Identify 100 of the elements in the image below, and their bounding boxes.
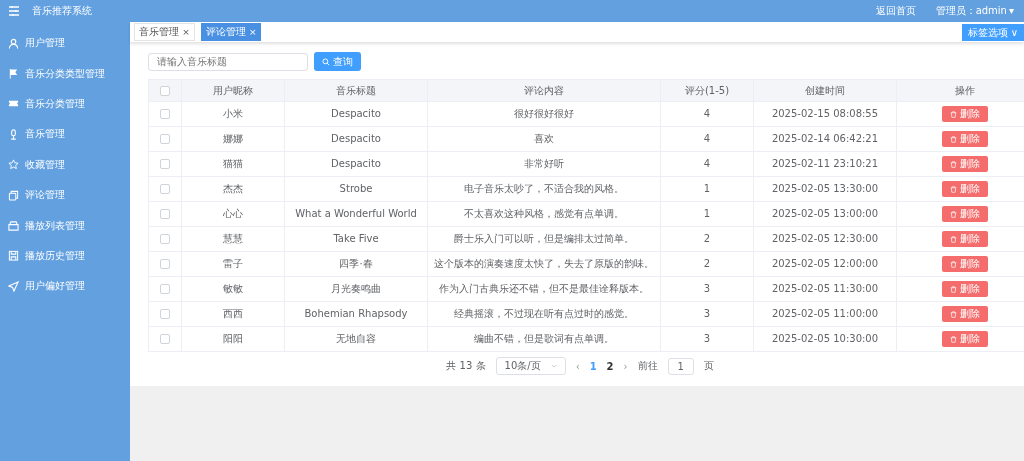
table-cell: 2025-02-05 11:00:00 (753, 301, 897, 327)
column-header: 音乐标题 (284, 79, 428, 102)
delete-button[interactable]: 删除 (942, 231, 988, 247)
row-checkbox[interactable] (160, 209, 170, 219)
select-all-checkbox[interactable] (160, 86, 170, 96)
table-cell: Despacito (284, 126, 428, 152)
table-cell: 西西 (181, 301, 285, 327)
table-cell: 猫猫 (181, 151, 285, 177)
trash-icon (950, 335, 957, 343)
trash-icon (950, 185, 957, 193)
sidebar-item-label: 播放历史管理 (25, 248, 85, 263)
table-cell: 爵士乐入门可以听，但是编排太过简单。 (427, 226, 661, 252)
table-cell: 2025-02-05 11:30:00 (753, 276, 897, 302)
delete-button[interactable]: 删除 (942, 131, 988, 147)
table-cell: 2025-02-15 08:08:55 (753, 101, 897, 127)
table-cell: 3 (660, 326, 754, 352)
tab[interactable]: 评论管理 × (200, 23, 262, 41)
sidebar-item-label: 音乐分类管理 (25, 96, 85, 111)
row-checkbox[interactable] (160, 134, 170, 144)
row-checkbox[interactable] (160, 109, 170, 119)
delete-button[interactable]: 删除 (942, 331, 988, 347)
row-checkbox[interactable] (160, 259, 170, 269)
table-cell: 心心 (181, 201, 285, 227)
page-number[interactable]: 1 (589, 360, 597, 372)
sidebar-item-label: 音乐分类类型管理 (25, 66, 105, 81)
table-cell: 雷子 (181, 251, 285, 277)
row-checkbox[interactable] (160, 309, 170, 319)
sidebar-item[interactable]: 评论管理 (0, 179, 130, 211)
save-icon (8, 250, 19, 262)
user-menu[interactable]: 管理员：admin ▾ (935, 4, 1014, 18)
table-cell: 1 (660, 201, 754, 227)
table-cell: 娜娜 (181, 126, 285, 152)
table-cell: 敏敏 (181, 276, 285, 302)
table-cell: 电子音乐太吵了，不适合我的风格。 (427, 176, 661, 202)
menu-icon[interactable] (8, 5, 20, 17)
sidebar-item[interactable]: 音乐分类管理 (0, 88, 130, 120)
delete-button[interactable]: 删除 (942, 181, 988, 197)
sidebar-item[interactable]: 播放列表管理 (0, 210, 130, 241)
search-field[interactable]: 请输入音乐标题 (148, 52, 308, 71)
home-link[interactable]: 返回首页 (875, 4, 916, 18)
page-number[interactable]: 2 (606, 360, 614, 372)
sidebar-item-label: 用户偏好管理 (25, 279, 85, 294)
delete-button[interactable]: 删除 (942, 256, 988, 272)
delete-button[interactable]: 删除 (942, 106, 988, 122)
tab[interactable]: 音乐管理 × (134, 23, 195, 41)
row-checkbox[interactable] (160, 334, 170, 344)
trash-icon (950, 285, 957, 293)
row-checkbox[interactable] (160, 234, 170, 244)
column-header: 评论内容 (427, 79, 661, 102)
row-checkbox[interactable] (160, 159, 170, 169)
star-icon (8, 159, 19, 171)
trash-icon (950, 310, 957, 318)
table-cell: 2025-02-14 06:42:21 (753, 126, 897, 152)
table-cell: 1 (660, 176, 754, 202)
copy-icon (8, 189, 19, 201)
delete-button[interactable]: 删除 (942, 306, 988, 322)
delete-button[interactable]: 删除 (942, 206, 988, 222)
previous-page-button[interactable]: ‹ (575, 360, 580, 372)
table-cell: 杰杰 (181, 176, 285, 202)
table-cell: 不太喜欢这种风格，感觉有点单调。 (427, 201, 661, 227)
search-button[interactable]: 查询 (314, 52, 361, 71)
page-size-select[interactable]: 10条/页 (495, 357, 566, 375)
table-cell: What a Wonderful World (284, 201, 428, 227)
table-cell: 经典摇滚，不过现在听有点过时的感觉。 (427, 301, 661, 327)
sidebar-item[interactable]: 播放历史管理 (0, 240, 130, 272)
trash-icon (950, 110, 957, 118)
row-checkbox[interactable] (160, 284, 170, 294)
page-suffix: 页 (703, 359, 714, 373)
table-cell: 3 (660, 276, 754, 302)
sidebar-item[interactable]: 收藏管理 (0, 149, 130, 180)
table-cell: Take Five (284, 226, 428, 252)
send-icon (8, 280, 19, 292)
table-cell: Despacito (284, 101, 428, 127)
table-cell: 无地自容 (284, 326, 428, 352)
table-cell: 这个版本的演奏速度太快了，失去了原版的韵味。 (427, 251, 661, 277)
next-page-button[interactable]: › (623, 360, 628, 372)
table-cell: 很好很好很好 (427, 101, 661, 127)
table-cell: 2 (660, 251, 754, 277)
tab-options-button[interactable]: 标签选项 ∨ (961, 23, 1024, 41)
sidebar-item[interactable]: 音乐分类类型管理 (0, 58, 130, 89)
search-icon (322, 57, 330, 66)
sidebar-item-label: 音乐管理 (25, 127, 65, 142)
table-cell: 2025-02-05 13:00:00 (753, 201, 897, 227)
row-checkbox[interactable] (160, 184, 170, 194)
page-jump-field[interactable]: 1 (667, 357, 694, 375)
table-cell: Bohemian Rhapsody (284, 301, 428, 327)
sidebar-item[interactable]: 用户偏好管理 (0, 271, 130, 302)
table-cell: 4 (660, 126, 754, 152)
delete-button[interactable]: 删除 (942, 156, 988, 172)
sidebar-item-label: 播放列表管理 (25, 218, 85, 233)
table-cell: 2025-02-05 10:30:00 (753, 326, 897, 352)
sidebar-item-label: 评论管理 (25, 188, 65, 203)
table-cell: 小米 (181, 101, 285, 127)
table-cell: 4 (660, 151, 754, 177)
total-count: 共 13 条 (446, 359, 486, 373)
delete-button[interactable]: 删除 (942, 281, 988, 297)
column-header: 操作 (896, 79, 1024, 102)
goto-label: 前往 (637, 359, 658, 373)
sidebar-item[interactable]: 用户管理 (0, 28, 130, 59)
sidebar-item[interactable]: 音乐管理 (0, 119, 130, 150)
